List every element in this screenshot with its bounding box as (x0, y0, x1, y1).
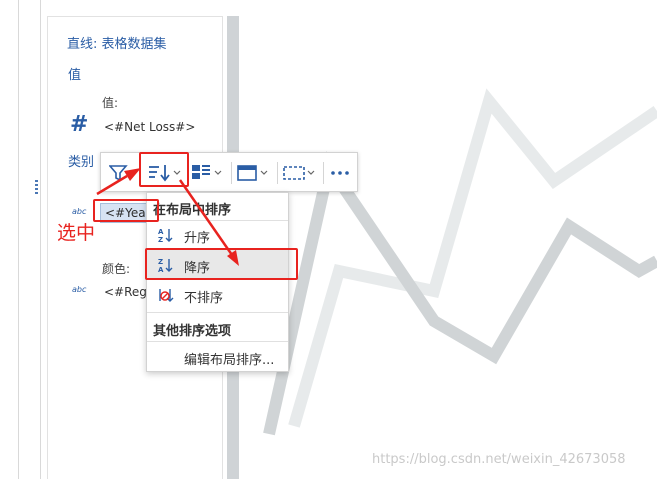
chart-series-light (288, 88, 657, 428)
text-field-icon: abc (72, 207, 87, 216)
menu-header-layout-sort: 在布局中排序 (153, 203, 232, 218)
watermark: https://blog.csdn.net/weixin_42673058 (372, 452, 626, 467)
menu-item-no-sort[interactable]: 不排序 (147, 280, 288, 310)
sort-ascending-icon: A Z (158, 228, 173, 243)
value-field[interactable]: <#Net Loss#> (104, 120, 195, 134)
menu-item-edit-layout-sort[interactable]: 编辑布局排序... (147, 342, 288, 372)
line-chart-preview (263, 88, 657, 436)
toolbar-separator (323, 162, 324, 184)
svg-text:Z: Z (158, 236, 163, 243)
toolbar-separator (231, 162, 232, 184)
toolbar-separator (277, 162, 278, 184)
value-label: 值: (102, 96, 119, 110)
annotation-box-descending (145, 248, 298, 280)
filter-button[interactable] (109, 159, 131, 187)
left-divider (18, 0, 19, 479)
menu-item-label: 编辑布局排序... (184, 353, 275, 368)
app-root: 直线: 表格数据集 值 值: # <#Net Loss#> 类别 abc <#Y… (0, 0, 657, 479)
panel-title: 直线: 表格数据集 (67, 37, 167, 52)
container-icon (237, 165, 268, 181)
annotation-box-sort-button (139, 152, 189, 187)
menu-divider (147, 312, 288, 313)
menu-header-other-sort: 其他排序选项 (153, 324, 232, 339)
container-button[interactable] (237, 159, 271, 187)
layout-button[interactable] (191, 159, 225, 187)
left-divider-2 (40, 0, 41, 479)
text-field-icon: abc (72, 285, 87, 294)
category-section-heading: 类别 (68, 155, 95, 170)
no-sort-icon (159, 289, 174, 302)
annotation-select-label: 选中 (57, 222, 96, 244)
color-label: 颜色: (102, 262, 131, 276)
menu-item-ascending[interactable]: A Z 升序 (147, 220, 288, 250)
menu-item-label: 升序 (184, 231, 211, 246)
layout-icon (192, 165, 222, 179)
chart-canvas[interactable] (239, 16, 657, 479)
select-button[interactable] (283, 159, 317, 187)
annotation-box-category-chip (93, 199, 159, 222)
select-icon (283, 166, 315, 180)
more-icon (331, 171, 349, 175)
panel-resize-handle[interactable] (35, 180, 38, 196)
svg-text:A: A (158, 228, 164, 236)
more-button[interactable] (329, 159, 351, 187)
value-section-heading: 值 (68, 68, 82, 83)
numeric-field-icon: # (70, 112, 89, 137)
sort-menu: 在布局中排序 A Z 升序 Z A 降序 不排序 其他排序选项 编辑布局排序..… (146, 192, 289, 372)
menu-item-label: 不排序 (184, 291, 224, 306)
filter-icon (109, 165, 128, 182)
